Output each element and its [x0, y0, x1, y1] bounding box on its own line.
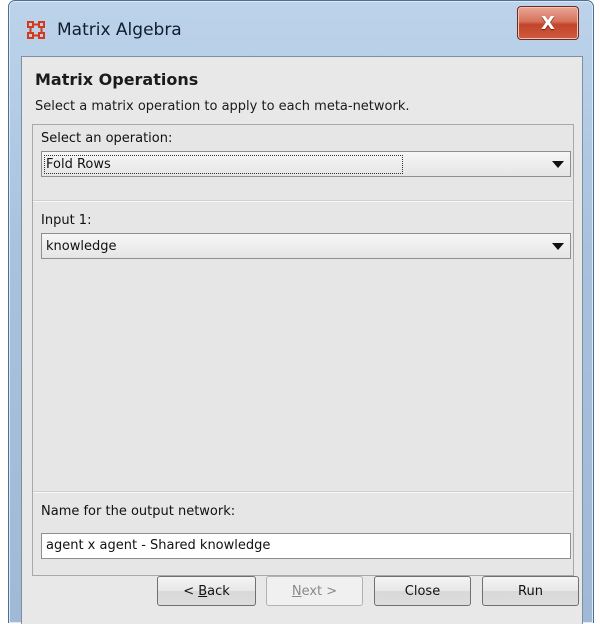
title-bar[interactable]: Matrix Algebra X	[9, 1, 593, 55]
close-button[interactable]: Close	[374, 576, 471, 606]
divider	[33, 200, 573, 202]
operation-panel: Select an operation: Fold Rows Input 1: …	[32, 124, 574, 576]
next-button[interactable]: Next >	[266, 576, 363, 606]
operation-label: Select an operation:	[41, 131, 173, 146]
chevron-down-icon[interactable]	[552, 161, 564, 168]
window-title: Matrix Algebra	[57, 20, 182, 40]
back-button-rest: ack	[207, 583, 230, 599]
input1-select[interactable]: knowledge	[41, 233, 571, 259]
matrix-app-icon	[27, 21, 45, 39]
page-subtitle: Select a matrix operation to apply to ea…	[35, 99, 410, 114]
run-button[interactable]: Run	[482, 576, 579, 606]
output-name-input[interactable]: agent x agent - Shared knowledge	[41, 533, 571, 559]
input1-label: Input 1:	[41, 213, 92, 228]
back-button-mnemonic: B	[198, 583, 208, 599]
page-title: Matrix Operations	[35, 70, 199, 89]
input1-selected-value: knowledge	[46, 239, 117, 254]
dialog-client-area: Matrix Operations Select a matrix operat…	[21, 56, 583, 624]
next-button-rest: ext >	[301, 583, 338, 599]
next-button-mnemonic: N	[291, 583, 302, 599]
operation-selected-value: Fold Rows	[44, 155, 403, 174]
back-button[interactable]: < Back	[157, 576, 256, 606]
back-button-prefix: <	[183, 583, 199, 599]
window-close-button[interactable]: X	[517, 6, 579, 40]
close-button-label: Close	[404, 583, 441, 599]
close-icon: X	[541, 12, 555, 34]
run-button-label: Run	[518, 583, 543, 599]
output-name-label: Name for the output network:	[41, 504, 236, 519]
operation-select[interactable]: Fold Rows	[41, 151, 571, 177]
divider	[33, 491, 573, 493]
dialog-window: Matrix Algebra X Matrix Operations Selec…	[8, 0, 594, 624]
chevron-down-icon[interactable]	[552, 243, 564, 250]
